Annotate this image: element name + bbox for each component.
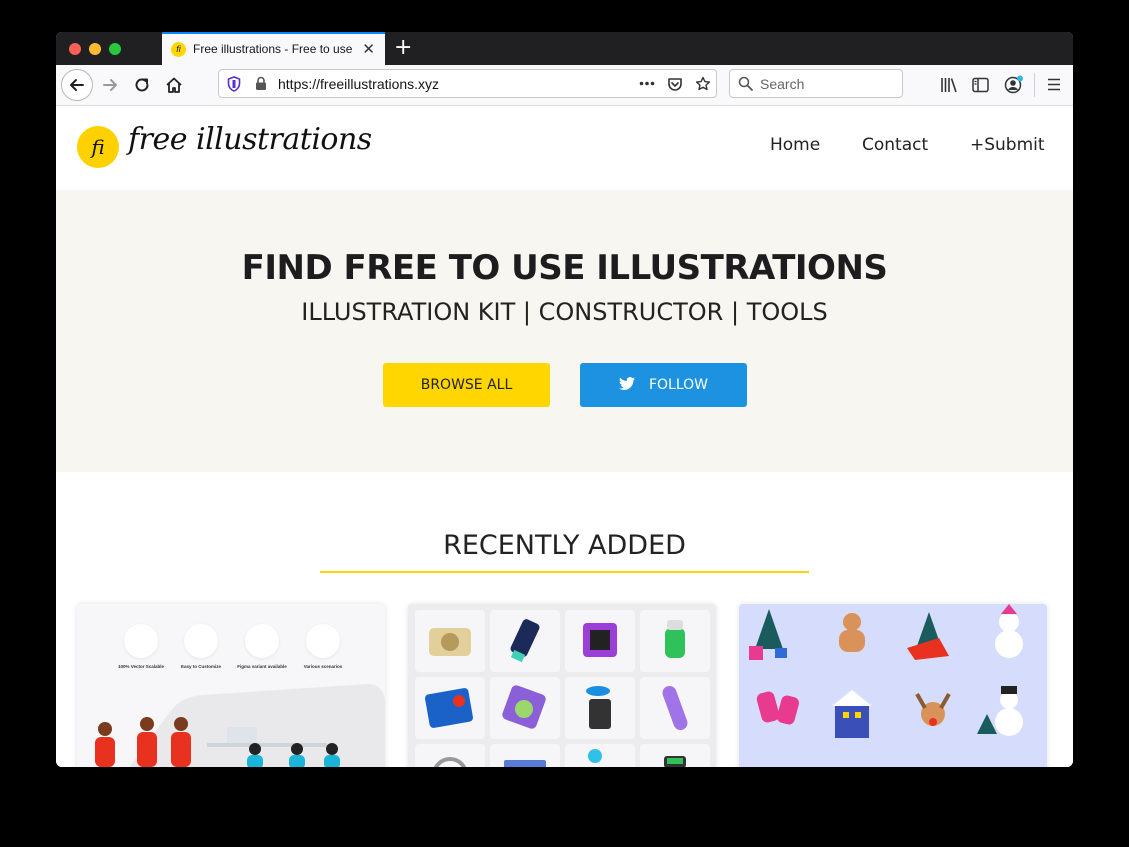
browser-tab[interactable]: fi Free illustrations - Free to use i ✕ (162, 32, 385, 65)
close-tab-icon[interactable]: ✕ (362, 40, 375, 58)
twitter-icon (618, 377, 635, 390)
site-header: fi free illustrations Home Contact +Subm… (56, 106, 1073, 190)
pen-icon (124, 624, 158, 658)
section-underline (320, 571, 809, 573)
tab-title: Free illustrations - Free to use i (193, 42, 353, 56)
reload-button[interactable] (128, 71, 156, 99)
search-placeholder: Search (760, 76, 805, 92)
figma-icon (245, 624, 279, 658)
account-icon[interactable] (1004, 75, 1024, 94)
url-bar[interactable]: https://freeillustrations.xyz (218, 69, 717, 98)
navigation-toolbar: https://freeillustrations.xyz Search (56, 65, 1073, 106)
logo-mark[interactable]: fi (77, 126, 119, 168)
menu-icon[interactable] (1047, 78, 1061, 91)
illustration-card-3[interactable] (739, 604, 1047, 767)
gadget-tile (565, 744, 635, 767)
chip-tile (565, 610, 635, 672)
minimize-window-button[interactable] (89, 43, 101, 55)
monitor-icon (184, 624, 218, 658)
library-icon[interactable] (940, 77, 958, 93)
browser-window: fi Free illustrations - Free to use i ✕ … (56, 32, 1073, 767)
feature-label: Various scenarios (303, 664, 343, 669)
recently-added-title: RECENTLY ADDED (443, 530, 686, 561)
logo-text[interactable]: free illustrations (128, 122, 372, 157)
url-text: https://freeillustrations.xyz (278, 76, 440, 92)
lock-icon[interactable] (255, 76, 267, 91)
back-arrow-icon (70, 79, 84, 91)
hero-title: FIND FREE TO USE ILLUSTRATIONS (241, 248, 888, 288)
tab-bar: fi Free illustrations - Free to use i ✕ … (56, 32, 1073, 65)
reload-icon (135, 78, 149, 92)
ring-tile (415, 744, 485, 767)
web-page: fi free illustrations Home Contact +Subm… (56, 106, 1073, 767)
pocket-icon[interactable] (667, 76, 683, 92)
bottle-tile (640, 610, 710, 672)
nav-contact[interactable]: Contact (862, 135, 928, 155)
new-tab-icon[interactable]: + (394, 35, 412, 60)
nav-home[interactable]: Home (770, 135, 820, 155)
trash-can-tile (565, 677, 635, 739)
device-tile (490, 677, 560, 739)
illustration-card-2[interactable] (408, 604, 716, 767)
follow-label: FOLLOW (648, 377, 709, 393)
camera-tile (415, 610, 485, 672)
screen-tile (490, 744, 560, 767)
forward-arrow-icon (103, 79, 117, 91)
bookmark-star-icon[interactable] (695, 76, 711, 92)
hero-section: FIND FREE TO USE ILLUSTRATIONS ILLUSTRAT… (56, 190, 1073, 472)
toolbar-divider (1034, 73, 1035, 97)
illustration-card-1[interactable]: 100% Vector Scalable Easy to Customize F… (77, 604, 385, 767)
christmas-illustration (749, 604, 1023, 738)
back-button[interactable] (61, 69, 93, 101)
browse-all-button[interactable]: BROWSE ALL (383, 363, 550, 407)
maximize-window-button[interactable] (109, 43, 121, 55)
follow-button[interactable]: FOLLOW (580, 363, 747, 407)
close-window-button[interactable] (69, 43, 81, 55)
scenarios-icon (306, 624, 340, 658)
forward-button[interactable] (96, 71, 124, 99)
folder-tile (415, 677, 485, 739)
speaker-tile (640, 744, 710, 767)
favicon-icon: fi (171, 42, 186, 57)
page-actions-icon[interactable] (639, 81, 655, 86)
remote-tile (640, 677, 710, 739)
hero-subtitle: ILLUSTRATION KIT | CONSTRUCTOR | TOOLS (301, 298, 828, 326)
nav-submit[interactable]: +Submit (970, 135, 1045, 155)
card-terminal-tile (490, 610, 560, 672)
home-icon (166, 77, 182, 93)
team-illustration (95, 684, 385, 767)
search-bar[interactable]: Search (729, 69, 903, 98)
home-button[interactable] (160, 71, 188, 99)
sidebar-icon[interactable] (972, 77, 989, 93)
search-icon (738, 76, 753, 91)
tracking-shield-icon[interactable] (227, 76, 241, 92)
